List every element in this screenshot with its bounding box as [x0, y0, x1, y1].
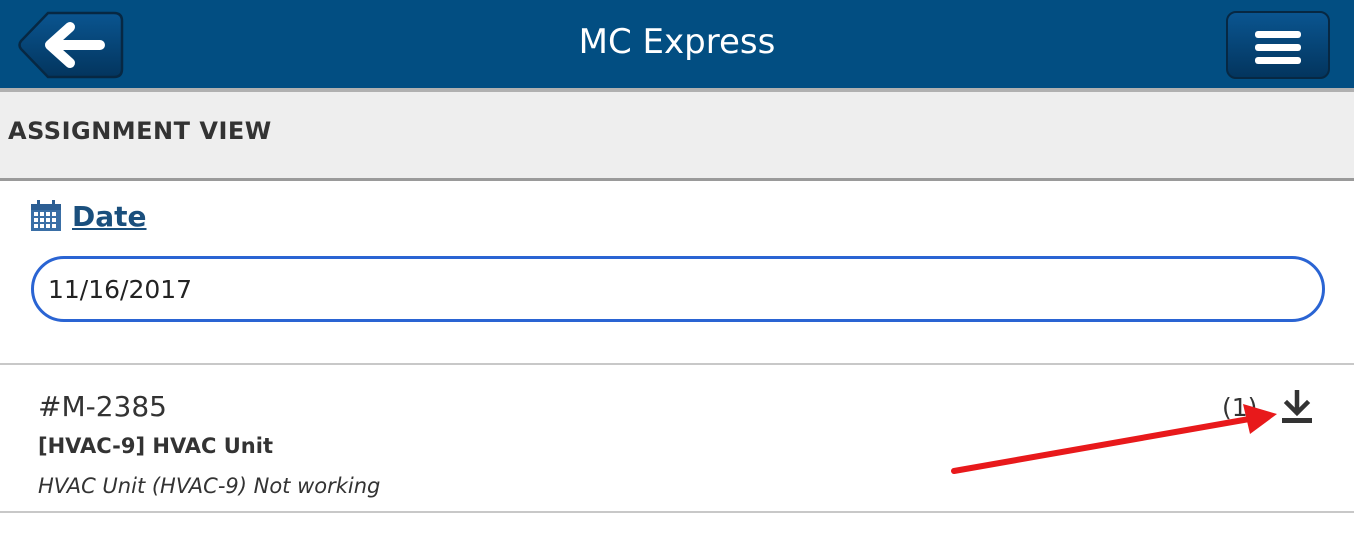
work-order-description: HVAC Unit (HVAC-9) Not working	[38, 474, 381, 498]
work-order-count: (1)	[1222, 393, 1258, 422]
app-title: MC Express	[578, 22, 776, 62]
download-button[interactable]	[1280, 389, 1314, 426]
date-link[interactable]: Date	[72, 200, 147, 233]
work-order-number: #M-2385	[38, 390, 167, 423]
list-divider	[0, 511, 1354, 513]
work-order-asset: [HVAC-9] HVAC Unit	[38, 434, 273, 458]
menu-button[interactable]	[1226, 11, 1330, 79]
download-icon	[1282, 389, 1312, 423]
calendar-icon	[31, 200, 61, 231]
list-divider	[0, 363, 1354, 365]
date-label-row: Date	[30, 196, 147, 236]
section-title: ASSIGNMENT VIEW	[8, 117, 272, 145]
back-button[interactable]	[18, 11, 124, 79]
arrow-left-icon	[18, 11, 124, 79]
date-input[interactable]	[31, 256, 1325, 322]
